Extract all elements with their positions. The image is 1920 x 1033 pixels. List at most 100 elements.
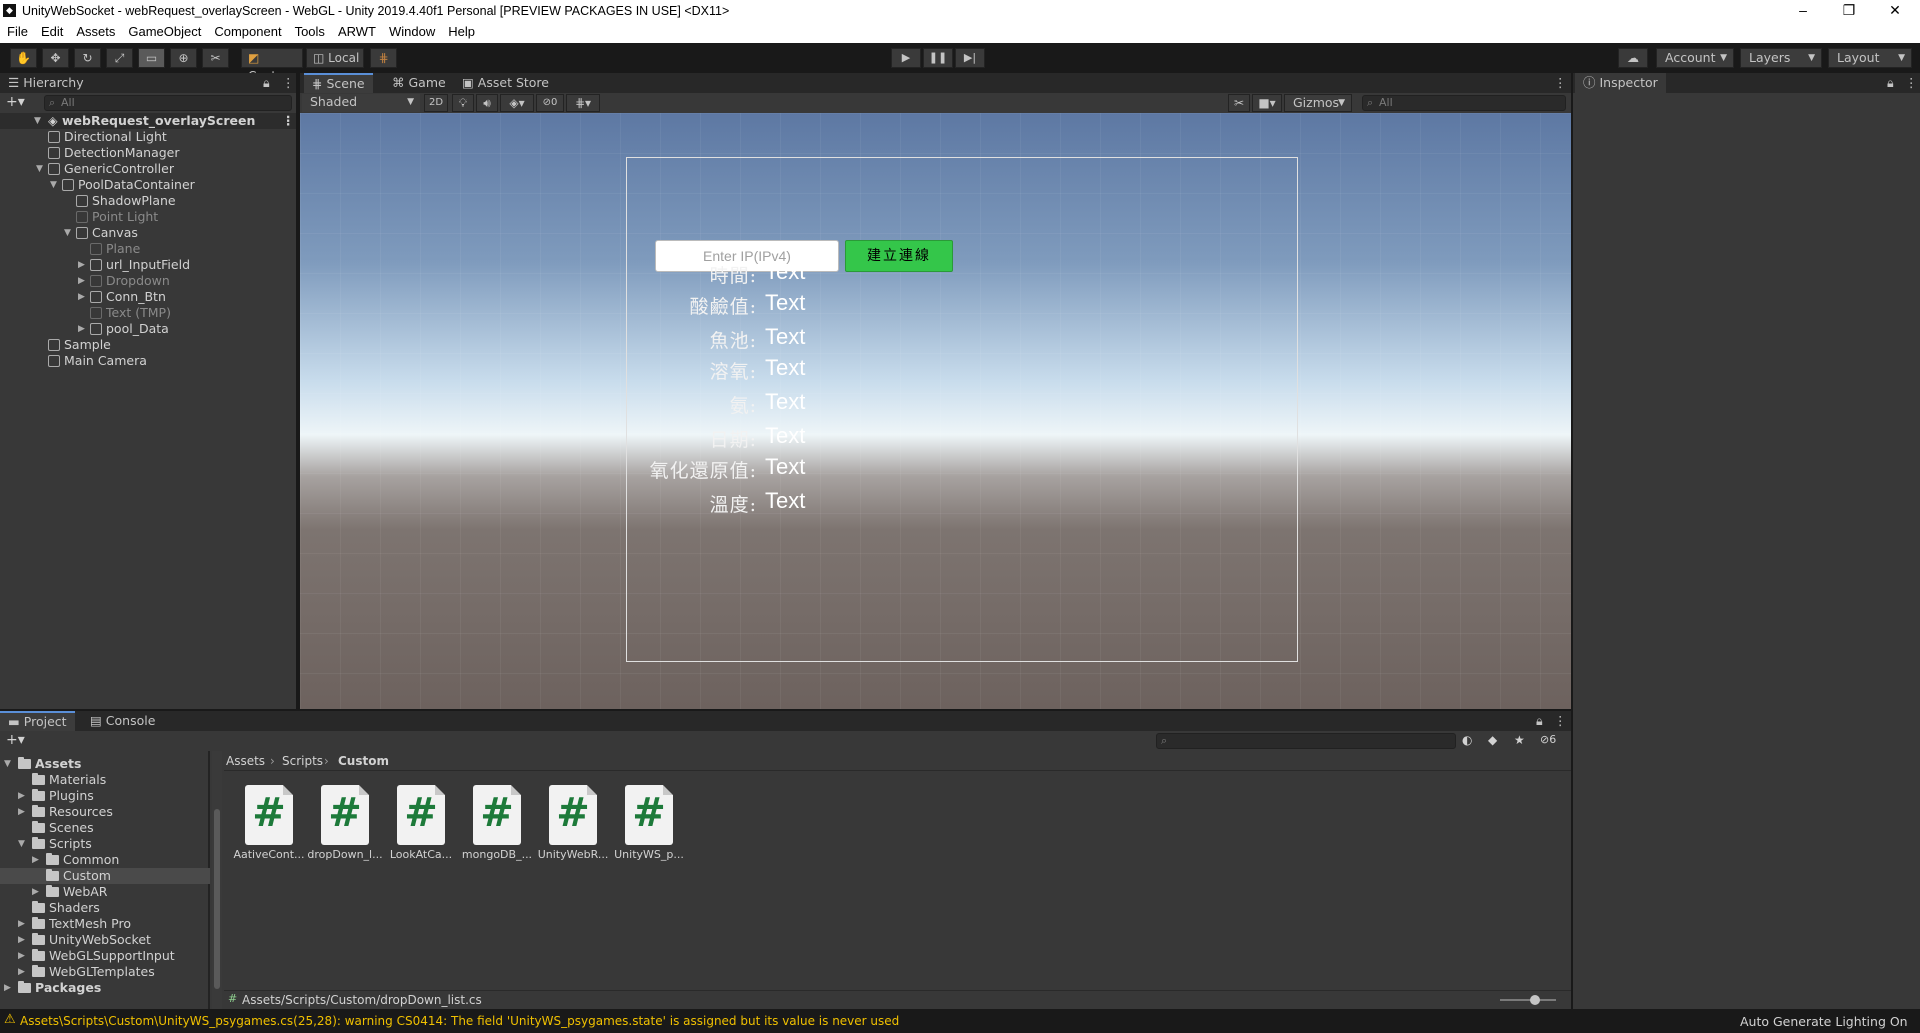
scene-root-item[interactable]: ▼ ◈ webRequest_overlayScreen ⋮ — [0, 113, 296, 129]
pivot-local-button[interactable]: ◫ Local — [306, 48, 364, 68]
kebab-menu-icon[interactable]: ⋮ — [1554, 75, 1567, 90]
minimize-icon[interactable]: – — [1780, 0, 1826, 22]
step-button-icon[interactable]: ▶| — [955, 48, 985, 68]
expand-arrow-icon[interactable]: ▼ — [4, 756, 11, 772]
hierarchy-item[interactable]: DetectionManager — [0, 145, 180, 161]
csharp-script-icon[interactable]: # — [397, 785, 445, 845]
shading-mode-dropdown[interactable]: Shaded ▼ — [302, 94, 420, 112]
hierarchy-item[interactable]: Main Camera — [0, 353, 147, 369]
hierarchy-item[interactable]: Directional Light — [0, 129, 167, 145]
layout-dropdown[interactable]: Layout ▼ — [1828, 48, 1912, 68]
account-dropdown[interactable]: Account ▼ — [1656, 48, 1734, 68]
menu-help[interactable]: Help — [441, 22, 481, 39]
breadcrumb-scripts[interactable]: Scripts — [282, 754, 323, 768]
collapse-arrow-icon[interactable]: ▶ — [18, 916, 25, 932]
collapse-arrow-icon[interactable]: ▶ — [18, 932, 25, 948]
lock-icon[interactable]: 🔒︎ — [1887, 75, 1894, 91]
script-file-name[interactable]: UnityWebR... — [535, 848, 611, 861]
csharp-script-icon[interactable]: # — [245, 785, 293, 845]
collapse-arrow-icon[interactable]: ▶ — [18, 964, 25, 980]
scene-search-input[interactable]: ⌕ All — [1362, 95, 1566, 111]
csharp-script-icon[interactable]: # — [473, 785, 521, 845]
collapse-arrow-icon[interactable]: ▶ — [18, 788, 25, 804]
collapse-arrow-icon[interactable]: ▶ — [18, 948, 25, 964]
collapse-arrow-icon[interactable]: ▶ — [78, 321, 90, 337]
menu-arwt[interactable]: ARWT — [331, 22, 382, 39]
script-file-name[interactable]: dropDown_l... — [307, 848, 383, 861]
kebab-menu-icon[interactable]: ⋮ — [282, 75, 295, 90]
close-icon[interactable]: ✕ — [1872, 0, 1918, 22]
layers-dropdown[interactable]: Layers ▼ — [1740, 48, 1822, 68]
play-button-icon[interactable]: ▶ — [891, 48, 921, 68]
hierarchy-item[interactable]: ▼ GenericController — [0, 161, 174, 177]
script-file-name[interactable]: UnityWS_p... — [611, 848, 687, 861]
menu-assets[interactable]: Assets — [69, 22, 121, 39]
collapse-arrow-icon[interactable]: ▶ — [78, 257, 90, 273]
project-search-input[interactable]: ⌕ — [1156, 733, 1456, 749]
breadcrumb-custom[interactable]: Custom — [338, 754, 389, 768]
expand-arrow-icon[interactable]: ▼ — [50, 177, 62, 193]
kebab-menu-icon[interactable]: ⋮ — [282, 113, 295, 129]
snap-grid-icon[interactable]: ⋕ — [370, 48, 397, 68]
menu-tools[interactable]: Tools — [288, 22, 331, 39]
hierarchy-item[interactable]: Sample — [0, 337, 111, 353]
project-folder-item[interactable]: Scenes — [0, 820, 210, 836]
menu-gameobject[interactable]: GameObject — [121, 22, 207, 39]
tab-hierarchy[interactable]: ☰ Hierarchy — [0, 73, 92, 93]
hierarchy-item[interactable]: ▼ PoolDataContainer — [0, 177, 195, 193]
rotate-tool-icon[interactable]: ↻ — [74, 48, 101, 68]
hierarchy-item[interactable]: ▶ Conn_Btn — [0, 289, 166, 305]
project-folder-item[interactable]: Custom — [0, 868, 210, 884]
tab-asset-store[interactable]: ▣ Asset Store — [454, 73, 557, 93]
pause-button-icon[interactable]: ❚❚ — [923, 48, 953, 68]
script-file-name[interactable]: mongoDB_... — [459, 848, 535, 861]
custom-tool-icon[interactable]: ✂ — [202, 48, 229, 68]
hierarchy-item[interactable]: ▶ pool_Data — [0, 321, 169, 337]
script-file-name[interactable]: AativeCont... — [231, 848, 307, 861]
tab-console[interactable]: ▤ Console — [82, 711, 163, 731]
slider-thumb[interactable] — [1530, 995, 1540, 1005]
collapse-arrow-icon[interactable]: ▶ — [32, 884, 39, 900]
kebab-menu-icon[interactable]: ⋮ — [1554, 713, 1567, 728]
hierarchy-item[interactable]: Plane — [0, 241, 140, 257]
collapse-arrow-icon[interactable]: ▶ — [4, 980, 11, 996]
transform-tool-icon[interactable]: ⊕ — [170, 48, 197, 68]
connect-button[interactable]: 建立連線 — [845, 240, 953, 272]
project-folder-item[interactable]: ▶ WebAR — [0, 884, 210, 900]
project-folder-item[interactable]: ▶ Plugins — [0, 788, 210, 804]
hierarchy-item[interactable]: ShadowPlane — [0, 193, 176, 209]
project-folder-item[interactable]: ▼ Scripts — [0, 836, 210, 852]
filter-by-type-icon[interactable]: ◐ — [1462, 733, 1472, 747]
auto-lighting-status[interactable]: Auto Generate Lighting On — [1740, 1014, 1908, 1029]
tab-scene[interactable]: ⋕ Scene — [304, 73, 373, 93]
menu-component[interactable]: Component — [207, 22, 287, 39]
lighting-toggle-icon[interactable]: 💡︎ — [452, 94, 474, 112]
tree-scrollbar[interactable] — [212, 751, 222, 1009]
grid-snap-dropdown-icon[interactable]: ⋕▾ — [566, 94, 600, 112]
expand-arrow-icon[interactable]: ▼ — [34, 113, 46, 129]
favorites-star-icon[interactable]: ★ — [1514, 733, 1525, 747]
hierarchy-item[interactable]: ▶ url_InputField — [0, 257, 190, 273]
status-warning-message[interactable]: Assets\Scripts\Custom\UnityWS_psygames.c… — [20, 1014, 899, 1028]
move-tool-icon[interactable]: ✥ — [42, 48, 69, 68]
rect-tool-icon[interactable]: ▭ — [138, 48, 165, 68]
tools-icon[interactable]: ✂ — [1228, 94, 1250, 112]
kebab-menu-icon[interactable]: ⋮ — [1905, 75, 1918, 90]
hierarchy-search-input[interactable]: ⌕ All — [44, 95, 292, 111]
tab-project[interactable]: ▬ Project — [0, 711, 75, 731]
menu-window[interactable]: Window — [382, 22, 441, 39]
project-folder-item[interactable]: Materials — [0, 772, 210, 788]
hand-tool-icon[interactable]: ✋ — [10, 48, 37, 68]
add-icon[interactable]: +▾ — [6, 94, 25, 110]
csharp-script-icon[interactable]: # — [625, 785, 673, 845]
filter-by-label-icon[interactable]: ◆ — [1488, 733, 1497, 747]
cloud-icon[interactable]: ☁ — [1618, 48, 1648, 68]
project-folder-item[interactable]: ▼ Assets — [0, 756, 210, 772]
scale-tool-icon[interactable]: ⤢ — [106, 48, 133, 68]
add-icon[interactable]: +▾ — [6, 732, 25, 748]
project-folder-item[interactable]: ▶ Resources — [0, 804, 210, 820]
hierarchy-item[interactable]: ▼ Canvas — [0, 225, 138, 241]
effects-dropdown-icon[interactable]: ◈▾ — [500, 94, 534, 112]
expand-arrow-icon[interactable]: ▼ — [64, 225, 76, 241]
hierarchy-item[interactable]: Point Light — [0, 209, 158, 225]
